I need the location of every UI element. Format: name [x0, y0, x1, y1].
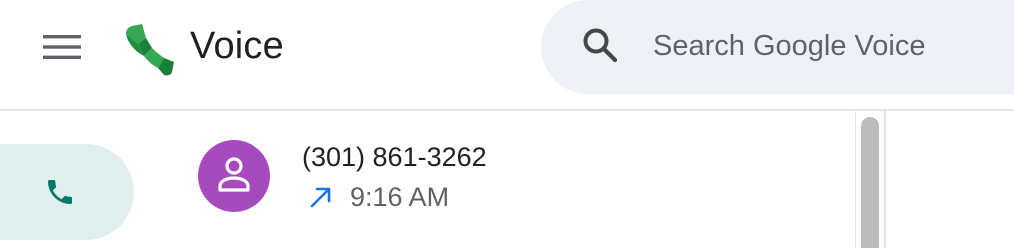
- contact-avatar: [198, 140, 270, 212]
- app-header: Voice: [0, 0, 1014, 111]
- pane-divider: [884, 111, 886, 248]
- search-icon[interactable]: [581, 26, 619, 64]
- call-list-item[interactable]: (301) 861-3262 9:16 AM: [180, 126, 840, 234]
- main-menu-button[interactable]: [34, 24, 90, 70]
- nav-item-calls[interactable]: [0, 144, 134, 240]
- google-voice-logo-icon: [126, 24, 174, 76]
- person-icon: [218, 157, 250, 192]
- call-phone-number: (301) 861-3262: [302, 142, 487, 172]
- outgoing-call-arrow-icon: [310, 187, 331, 208]
- call-timestamp: 9:16 AM: [350, 182, 450, 212]
- app-title: Voice: [190, 25, 284, 67]
- search-input[interactable]: [653, 23, 1014, 69]
- hamburger-menu-icon: [43, 35, 81, 59]
- search-bar[interactable]: [541, 0, 1014, 94]
- scrollbar-left-border: [855, 111, 856, 248]
- google-voice-window: Voice (301) 861-3262 9:16 AM: [0, 0, 1014, 248]
- phone-icon: [48, 180, 72, 204]
- call-list-scrollbar-thumb[interactable]: [861, 117, 879, 248]
